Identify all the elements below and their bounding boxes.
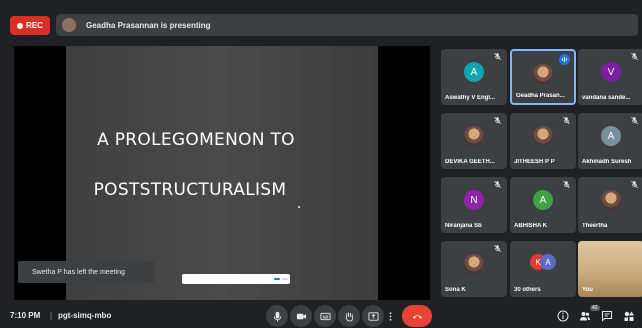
- present-screen-icon: [367, 311, 379, 321]
- avatar: A: [540, 254, 556, 270]
- participant-tile[interactable]: A Akhinadh Suresh: [578, 113, 642, 169]
- left-meeting-toast: Swetha P has left the meeting: [18, 261, 154, 283]
- participant-name: ABHISHA K: [514, 223, 548, 229]
- people-icon: [580, 312, 590, 321]
- participant-tile[interactable]: JITHEESH P P: [510, 113, 576, 169]
- more-vert-icon: [389, 311, 391, 321]
- hide-share-bar-button[interactable]: [282, 278, 288, 280]
- participant-name: vandana sande...: [582, 95, 631, 101]
- camera-icon: [296, 313, 306, 319]
- end-call-icon: [412, 314, 422, 319]
- participant-tile[interactable]: Sona K: [441, 241, 507, 297]
- more-options-button[interactable]: [384, 305, 396, 327]
- captions-icon: [319, 312, 331, 320]
- captions-button[interactable]: [314, 305, 336, 327]
- avatar: A: [601, 126, 621, 146]
- screen-share-bar: [182, 274, 290, 284]
- leave-call-button[interactable]: [402, 305, 432, 327]
- mic-off-icon: [493, 52, 502, 61]
- participant-name: JITHEESH P P: [514, 159, 555, 165]
- meeting-time: 7:10 PM: [10, 311, 41, 320]
- profile-photo: [533, 126, 553, 146]
- info-icon: [557, 310, 569, 322]
- participant-tile[interactable]: A Aswathy V Engl...: [441, 49, 507, 105]
- microphone-icon: [273, 311, 281, 322]
- meeting-details-button[interactable]: [556, 309, 570, 323]
- speaking-indicator-icon: [559, 54, 570, 65]
- activities-button[interactable]: [622, 309, 636, 323]
- participant-name: Theertha: [582, 223, 608, 229]
- participant-name: 30 others: [514, 287, 541, 293]
- participant-tile[interactable]: You: [578, 241, 642, 297]
- participant-tile[interactable]: Geadha Prasan...: [510, 49, 576, 105]
- slide-title-line-1: A PROLEGOMENON TO: [97, 130, 295, 150]
- participant-tile[interactable]: Theertha: [578, 177, 642, 233]
- participant-name: Akhinadh Suresh: [582, 159, 632, 165]
- participant-tile[interactable]: N Niranjana Sb: [441, 177, 507, 233]
- recording-label: REC: [26, 21, 43, 30]
- mic-off-icon: [493, 180, 502, 189]
- avatar: A: [533, 190, 553, 210]
- participant-tile[interactable]: A ABHISHA K: [510, 177, 576, 233]
- avatar: A: [464, 62, 484, 82]
- meeting-code: pgt-simq-mbo: [58, 311, 112, 320]
- profile-photo: [464, 254, 484, 274]
- record-dot-icon: [17, 22, 24, 29]
- chat-button[interactable]: [600, 309, 614, 323]
- time-separator: |: [50, 311, 53, 320]
- chat-icon: [602, 311, 612, 322]
- participant-count-badge: 42: [590, 305, 600, 311]
- hand-icon: [345, 311, 353, 322]
- participant-name: You: [582, 287, 593, 293]
- participant-name: DEVIKA GEETH...: [445, 159, 495, 165]
- slide-cursor-dot: [298, 206, 300, 208]
- presenting-text: Geadha Prasannan is presenting: [86, 20, 211, 30]
- participant-tile[interactable]: K A 30 others: [510, 241, 576, 297]
- bottom-bar: 7:10 PM | pgt-simq-mbo 42: [0, 304, 642, 328]
- slide-title-line-2: POSTSTRUCTURALISM: [93, 180, 287, 200]
- raise-hand-button[interactable]: [338, 305, 360, 327]
- mic-off-icon: [630, 52, 639, 61]
- participant-name: Geadha Prasan...: [516, 93, 565, 99]
- mic-off-icon: [493, 116, 502, 125]
- profile-photo: [601, 190, 621, 210]
- camera-button[interactable]: [290, 305, 312, 327]
- mic-off-icon: [493, 244, 502, 253]
- mic-off-icon: [630, 180, 639, 189]
- mic-off-icon: [630, 116, 639, 125]
- presenter-avatar: [62, 18, 76, 32]
- top-bar: REC Geadha Prasannan is presenting: [0, 0, 642, 44]
- avatar: V: [601, 62, 621, 82]
- participant-name: Niranjana Sb: [445, 223, 482, 229]
- toast-text: Swetha P has left the meeting: [32, 268, 125, 276]
- profile-photo: [464, 126, 484, 146]
- recording-indicator: REC: [10, 16, 50, 35]
- present-button[interactable]: [362, 305, 384, 327]
- mic-off-icon: [562, 116, 571, 125]
- profile-photo: [533, 64, 553, 84]
- mic-off-icon: [562, 180, 571, 189]
- stop-sharing-button[interactable]: [274, 278, 280, 280]
- microphone-button[interactable]: [266, 305, 288, 327]
- participant-name: Sona K: [445, 287, 466, 293]
- participant-name: Aswathy V Engl...: [445, 95, 496, 101]
- participant-tile[interactable]: DEVIKA GEETH...: [441, 113, 507, 169]
- presenting-banner: Geadha Prasannan is presenting: [56, 14, 638, 36]
- people-button[interactable]: [578, 309, 592, 323]
- shapes-icon: [624, 311, 634, 321]
- avatar: N: [464, 190, 484, 210]
- participant-tile[interactable]: Vvandana sande...: [578, 49, 642, 105]
